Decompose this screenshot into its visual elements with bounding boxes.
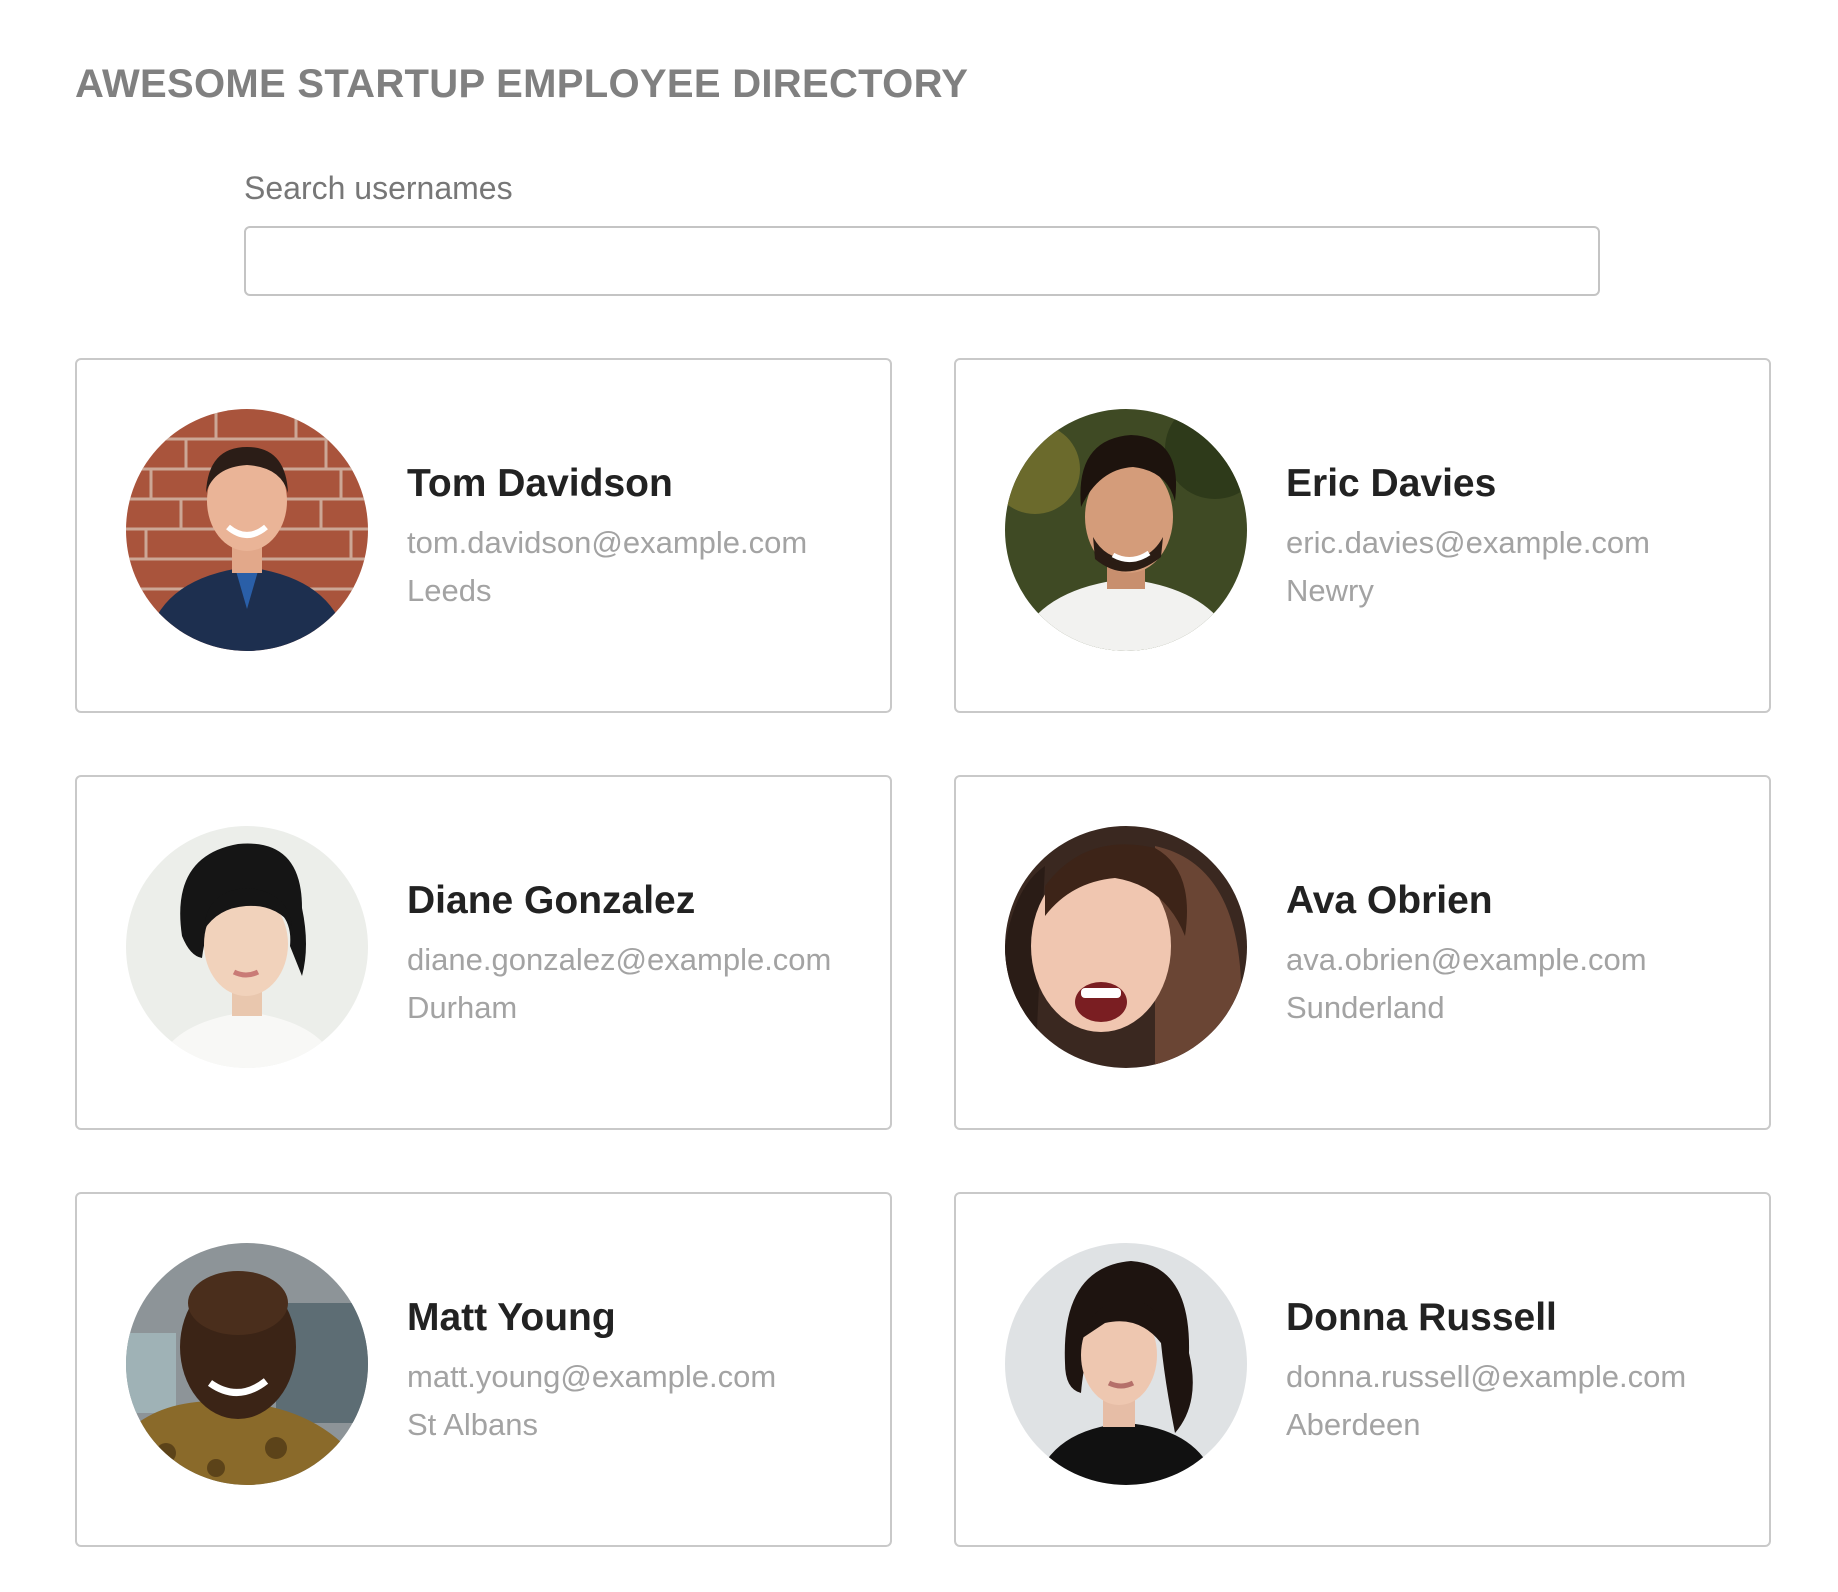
employee-avatar [126,826,368,1068]
employee-grid: Tom Davidson tom.davidson@example.com Le… [75,358,1771,1547]
employee-avatar [126,409,368,651]
employee-info: Matt Young matt.young@example.com St Alb… [407,1298,880,1440]
employee-city: Leeds [407,573,492,608]
avatar-photo-icon [126,1243,368,1485]
employee-email: eric.davies@example.com [1286,525,1650,560]
employee-email: diane.gonzalez@example.com [407,942,832,977]
employee-city: Newry [1286,573,1374,608]
page-title: AWESOME STARTUP EMPLOYEE DIRECTORY [75,62,969,106]
employee-city: Aberdeen [1286,1407,1421,1442]
search-input[interactable] [244,226,1600,296]
employee-name: Tom Davidson [407,462,673,505]
employee-card[interactable]: Ava Obrien ava.obrien@example.com Sunder… [954,775,1771,1130]
employee-name: Ava Obrien [1286,879,1493,922]
employee-card[interactable]: Eric Davies eric.davies@example.com Newr… [954,358,1771,713]
employee-info: Donna Russell donna.russell@example.com … [1286,1298,1759,1440]
directory-page: AWESOME STARTUP EMPLOYEE DIRECTORY Searc… [0,0,1838,1592]
employee-city: Sunderland [1286,990,1445,1025]
employee-info: Ava Obrien ava.obrien@example.com Sunder… [1286,881,1759,1023]
employee-city: Durham [407,990,518,1025]
avatar-photo-icon [1005,826,1247,1068]
employee-info: Diane Gonzalez diane.gonzalez@example.co… [407,881,880,1023]
search-label: Search usernames [244,170,513,206]
avatar-photo-icon [126,409,368,651]
employee-name: Matt Young [407,1296,616,1339]
employee-card[interactable]: Tom Davidson tom.davidson@example.com Le… [75,358,892,713]
employee-card[interactable]: Donna Russell donna.russell@example.com … [954,1192,1771,1547]
employee-card[interactable]: Diane Gonzalez diane.gonzalez@example.co… [75,775,892,1130]
avatar-photo-icon [1005,1243,1247,1485]
employee-avatar [1005,826,1247,1068]
employee-avatar [126,1243,368,1485]
employee-email: matt.young@example.com [407,1359,777,1394]
employee-info: Tom Davidson tom.davidson@example.com Le… [407,464,880,606]
employee-card[interactable]: Matt Young matt.young@example.com St Alb… [75,1192,892,1547]
employee-email: tom.davidson@example.com [407,525,808,560]
employee-name: Eric Davies [1286,462,1497,505]
employee-city: St Albans [407,1407,538,1442]
avatar-photo-icon [126,826,368,1068]
employee-name: Donna Russell [1286,1296,1557,1339]
employee-email: donna.russell@example.com [1286,1359,1687,1394]
avatar-photo-icon [1005,409,1247,651]
employee-name: Diane Gonzalez [407,879,696,922]
employee-avatar [1005,1243,1247,1485]
employee-avatar [1005,409,1247,651]
employee-email: ava.obrien@example.com [1286,942,1647,977]
employee-info: Eric Davies eric.davies@example.com Newr… [1286,464,1759,606]
